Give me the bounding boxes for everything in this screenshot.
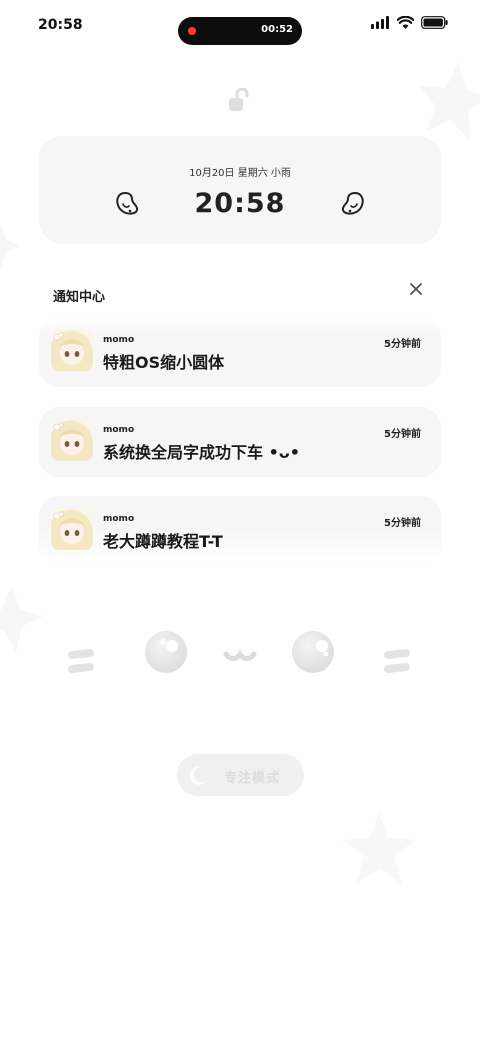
- notification-message: 老大蹲蹲教程T-T: [103, 532, 223, 551]
- star-decoration-bottom-right: [342, 812, 416, 884]
- clock-widget: 10月20日 星期六 小雨 20:58: [39, 136, 441, 244]
- star-decoration-left: [0, 222, 20, 270]
- cute-face-decoration: [68, 631, 410, 673]
- focus-mode-button[interactable]: 专注模式: [177, 754, 304, 796]
- blush-left-icon: [68, 649, 94, 673]
- date-weather: 10月20日 星期六 小雨: [189, 168, 291, 179]
- notification-time: 5分钟前: [384, 518, 421, 529]
- battery-icon: [421, 16, 448, 29]
- recording-time: 00:52: [261, 24, 293, 35]
- star-decoration-bottom-left: [0, 584, 44, 652]
- mouth-icon: [223, 649, 257, 661]
- lock-screen: 20:58 00:52 10月20日 星期六 小雨 20:58 通知中心 mom…: [0, 0, 480, 1040]
- notification-app-name: momo: [103, 335, 135, 345]
- focus-mode-label: 专注模式: [224, 771, 281, 786]
- notification-card[interactable]: momo 老大蹲蹲教程T-T 5分钟前: [39, 496, 441, 566]
- notification-center-title: 通知中心: [53, 290, 106, 305]
- recording-dot-icon: [188, 27, 196, 35]
- notification-card[interactable]: momo 系统换全局字成功下车 •ᴗ• 5分钟前: [39, 407, 441, 477]
- notification-app-name: momo: [103, 425, 135, 435]
- eye-right-icon: [292, 631, 334, 673]
- eye-left-icon: [145, 631, 187, 673]
- signal-icon: [371, 16, 389, 29]
- dynamic-island[interactable]: 00:52: [178, 17, 302, 45]
- anime-avatar: [51, 329, 93, 371]
- notification-time: 5分钟前: [384, 429, 421, 440]
- status-icons: [371, 16, 448, 29]
- close-icon[interactable]: [407, 280, 425, 298]
- notification-app-name: momo: [103, 514, 135, 524]
- anime-avatar: [51, 419, 93, 461]
- lock-clock: 20:58: [194, 188, 286, 219]
- unlocked-padlock-icon[interactable]: [227, 88, 251, 114]
- notification-message: 系统换全局字成功下车 •ᴗ•: [103, 443, 301, 462]
- notification-card[interactable]: momo 特粗OS缩小圆体 5分钟前: [39, 317, 441, 387]
- blush-right-icon: [384, 649, 410, 673]
- notification-time: 5分钟前: [384, 339, 421, 350]
- status-time: 20:58: [38, 17, 83, 33]
- star-decoration-top-right: [418, 62, 480, 140]
- bird-doodle-right-icon: [341, 192, 364, 215]
- moon-icon: [189, 766, 207, 785]
- notification-message: 特粗OS缩小圆体: [103, 353, 225, 372]
- anime-avatar: [51, 508, 93, 550]
- wifi-icon: [397, 16, 414, 29]
